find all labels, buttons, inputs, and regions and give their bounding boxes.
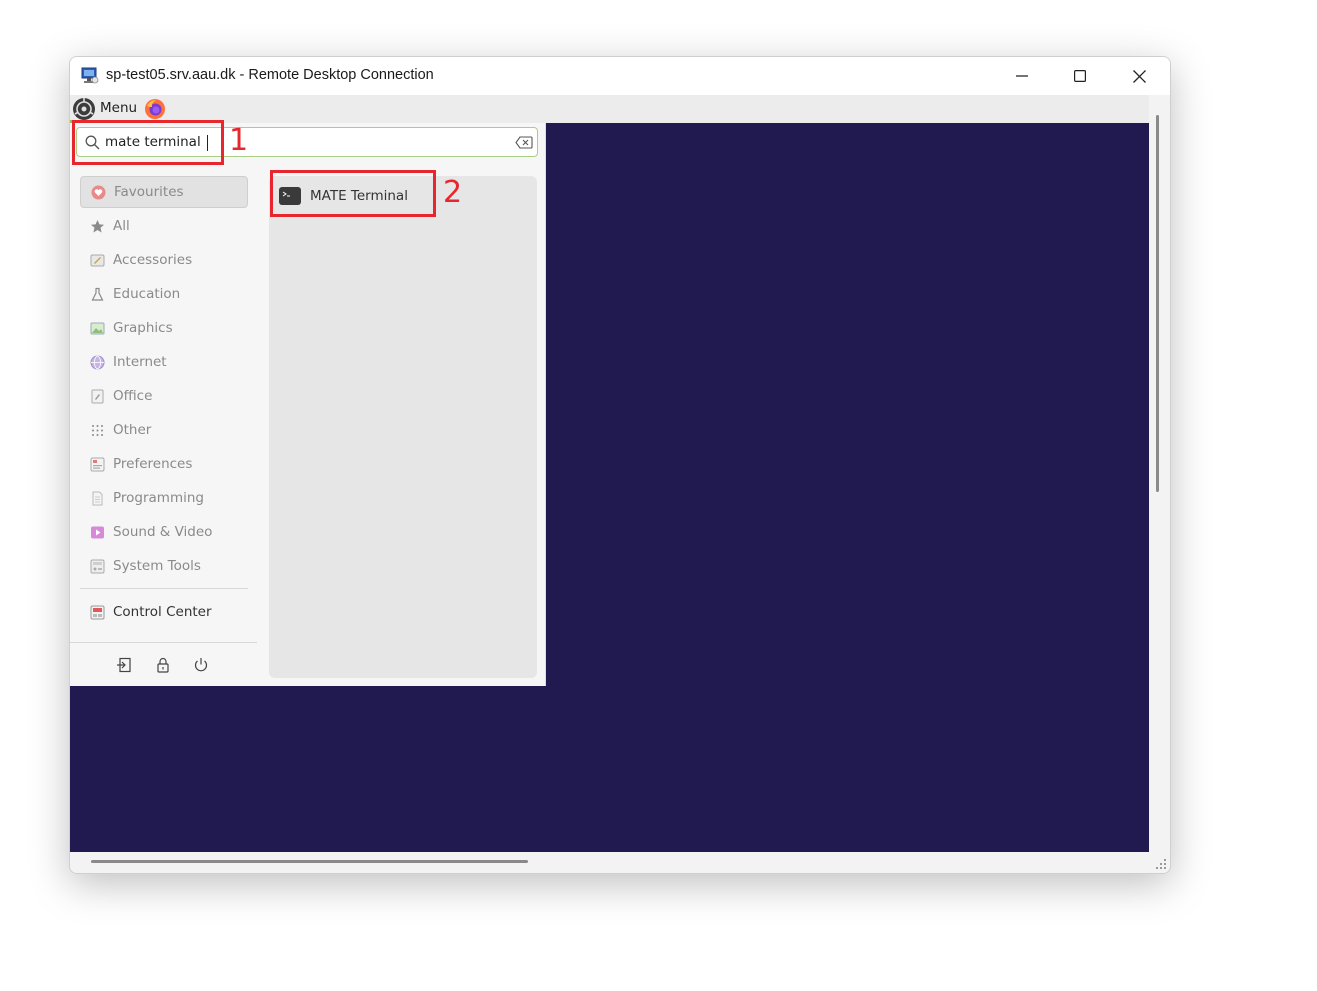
category-label: Sound & Video	[113, 524, 213, 540]
category-all[interactable]: All	[80, 210, 248, 242]
category-label: Programming	[113, 490, 204, 506]
firefox-icon[interactable]	[144, 98, 166, 120]
control-center-item[interactable]: Control Center	[80, 596, 248, 628]
shutdown-button[interactable]	[191, 655, 211, 675]
session-separator	[70, 642, 257, 643]
mint-logo-icon[interactable]	[72, 97, 96, 121]
annotation-box-2	[270, 170, 436, 217]
logout-button[interactable]	[114, 655, 134, 675]
control-center-label: Control Center	[113, 604, 212, 620]
resize-grip-icon[interactable]	[1152, 855, 1168, 871]
clear-search-icon[interactable]	[515, 136, 533, 149]
maximize-button[interactable]	[1051, 57, 1109, 95]
top-panel: Menu	[70, 95, 1149, 123]
star-icon	[90, 219, 105, 234]
category-label: Office	[113, 388, 153, 404]
search-results-pane: MATE Terminal	[269, 176, 537, 678]
accessories-icon	[90, 253, 105, 268]
system-tools-icon	[90, 559, 105, 574]
document-icon	[90, 491, 105, 506]
category-preferences[interactable]: Preferences	[80, 448, 248, 480]
minimize-button[interactable]	[993, 57, 1051, 95]
category-internet[interactable]: Internet	[80, 346, 248, 378]
annotation-number-1: 1	[229, 123, 249, 158]
category-favourites[interactable]: Favourites	[80, 176, 248, 208]
control-center-icon	[90, 605, 105, 620]
remote-desktop-icon	[81, 67, 99, 84]
category-label: Other	[113, 422, 152, 438]
category-label: Education	[113, 286, 181, 302]
category-programming[interactable]: Programming	[80, 482, 248, 514]
title-bar[interactable]: sp-test05.srv.aau.dk - Remote Desktop Co…	[70, 57, 1170, 95]
annotation-number-2: 2	[443, 175, 463, 210]
menu-button-label[interactable]: Menu	[100, 100, 137, 116]
preferences-icon	[90, 457, 105, 472]
logout-icon	[117, 657, 131, 673]
minimize-icon	[1016, 75, 1028, 77]
vertical-scrollbar-thumb[interactable]	[1156, 115, 1159, 492]
heart-icon	[91, 185, 106, 200]
lock-icon	[157, 657, 169, 673]
category-label: System Tools	[113, 558, 201, 574]
category-other[interactable]: Other	[80, 414, 248, 446]
grid-icon	[90, 423, 105, 438]
maximize-icon	[1074, 70, 1086, 82]
category-label: Favourites	[114, 184, 184, 200]
category-label: Internet	[113, 354, 167, 370]
close-icon	[1132, 69, 1146, 83]
vertical-scrollbar[interactable]	[1149, 95, 1170, 852]
horizontal-scrollbar-thumb[interactable]	[91, 860, 528, 863]
category-office[interactable]: Office	[80, 380, 248, 412]
flask-icon	[90, 287, 105, 302]
office-icon	[90, 389, 105, 404]
category-accessories[interactable]: Accessories	[80, 244, 248, 276]
remote-desktop-window: sp-test05.srv.aau.dk - Remote Desktop Co…	[69, 56, 1171, 874]
category-label: Preferences	[113, 456, 193, 472]
category-sound-video[interactable]: Sound & Video	[80, 516, 248, 548]
annotation-box-1	[72, 120, 224, 165]
category-separator	[80, 588, 248, 589]
category-system-tools[interactable]: System Tools	[80, 550, 248, 582]
lock-button[interactable]	[153, 655, 173, 675]
graphics-icon	[90, 321, 105, 336]
close-button[interactable]	[1110, 57, 1168, 95]
globe-icon	[90, 355, 105, 370]
play-icon	[90, 525, 105, 540]
window-title: sp-test05.srv.aau.dk - Remote Desktop Co…	[106, 67, 434, 83]
power-icon	[194, 658, 208, 672]
category-label: All	[113, 218, 130, 234]
category-label: Accessories	[113, 252, 193, 268]
category-label: Graphics	[113, 320, 173, 336]
category-education[interactable]: Education	[80, 278, 248, 310]
category-graphics[interactable]: Graphics	[80, 312, 248, 344]
